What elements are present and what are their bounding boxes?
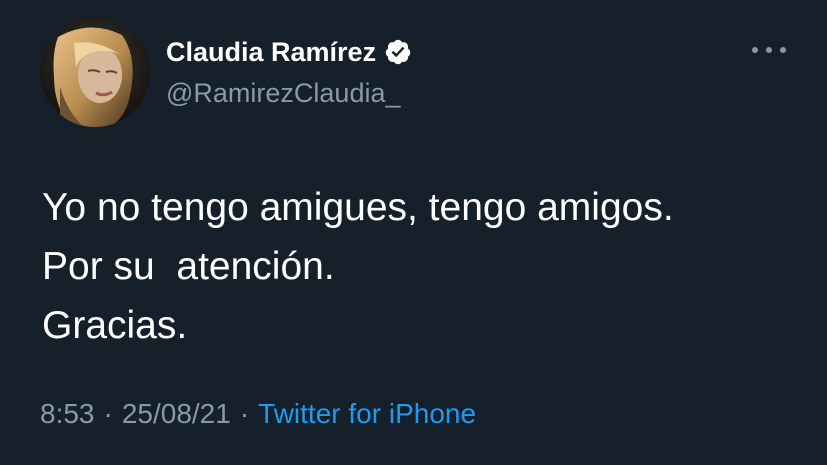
separator: · [103,398,113,429]
tweet-text: Yo no tengo amigues, tengo amigos. Por s… [42,178,802,355]
avatar[interactable] [40,17,150,127]
tweet-line: Yo no tengo amigues, tengo amigos. [42,186,674,229]
display-name[interactable]: Claudia Ramírez [166,37,376,68]
tweet-line: Gracias. [42,304,188,347]
tweet-time[interactable]: 8:53 [40,398,95,430]
dot [780,47,786,53]
tweet-metadata: 8:53 · 25/08/21 · Twitter for iPhone [40,398,476,430]
verified-badge-icon [384,38,412,66]
dot [766,47,772,53]
separator: · [239,398,250,429]
tweet-card: Claudia Ramírez @RamirezClaudia_ Yo no t… [0,0,827,465]
user-handle[interactable]: @RamirezClaudia_ [166,78,401,109]
tweet-source-link[interactable]: Twitter for iPhone [258,398,476,430]
avatar-photo [40,17,150,127]
dot [752,47,758,53]
author-row: Claudia Ramírez [166,32,412,72]
more-options-icon[interactable] [752,38,786,62]
tweet-line: Por su atención. [42,245,335,288]
tweet-date[interactable]: 25/08/21 [122,398,231,430]
